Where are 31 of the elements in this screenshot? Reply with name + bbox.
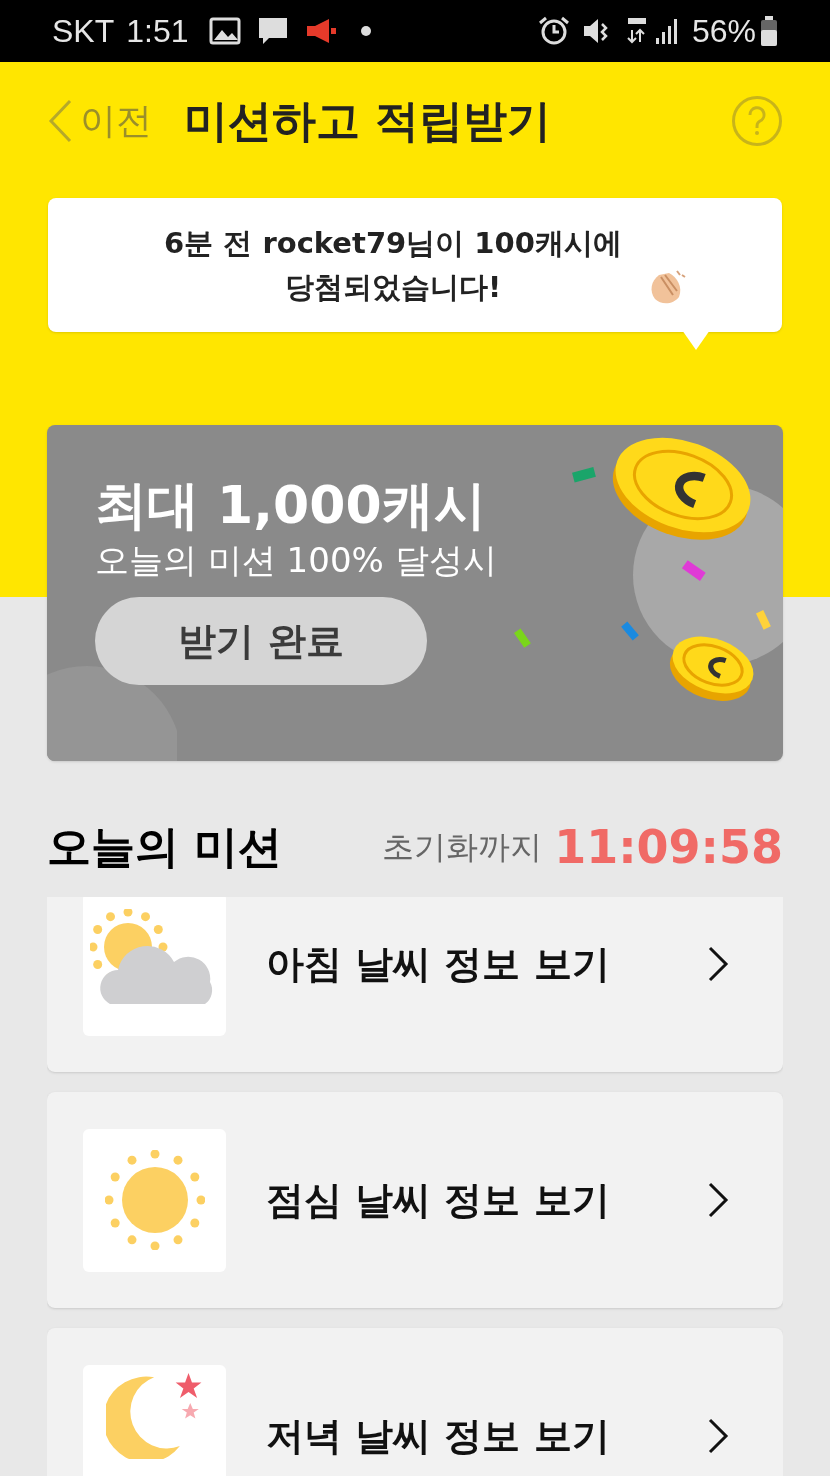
- megaphone-icon: [304, 17, 337, 45]
- mission-label: 저녁 날씨 정보 보기: [266, 1412, 611, 1460]
- chevron-right-icon: [707, 1417, 729, 1455]
- countdown-timer: 11:09:58: [554, 818, 783, 876]
- back-chevron-icon: [48, 99, 72, 143]
- missions-title: 오늘의 미션: [47, 820, 283, 874]
- mission-item[interactable]: 점심 날씨 정보 보기: [47, 1092, 783, 1308]
- reset-label: 초기화까지: [382, 827, 543, 868]
- dot-icon: [360, 26, 371, 36]
- page-title: 미션하고 적립받기: [184, 94, 552, 148]
- mission-item[interactable]: 아침 날씨 정보 보기: [47, 897, 783, 1072]
- carrier-name: SKT: [52, 12, 115, 51]
- alarm-icon: [537, 16, 570, 46]
- banner-title: 최대 1,000캐시: [95, 475, 487, 535]
- battery-icon: [760, 16, 778, 46]
- claim-button[interactable]: 받기 완료: [95, 597, 427, 685]
- chevron-right-icon: [707, 945, 729, 983]
- image-icon: [208, 17, 241, 45]
- battery-percent: 56%: [691, 12, 756, 51]
- question-icon: [747, 106, 767, 136]
- mission-label: 아침 날씨 정보 보기: [266, 940, 611, 988]
- mission-item[interactable]: 저녁 날씨 정보 보기: [47, 1328, 783, 1476]
- banner-subtitle: 오늘의 미션 100% 달성시: [95, 539, 498, 582]
- mission-label: 점심 날씨 정보 보기: [266, 1176, 611, 1224]
- clock-time: 1:51: [126, 12, 189, 51]
- chat-icon: [256, 16, 289, 46]
- chevron-right-icon: [707, 1181, 729, 1219]
- moon-stars-icon: [105, 1372, 204, 1459]
- winner-notice-text: 6분 전 rocket79님이 100캐시에 당첨되었습니다!: [163, 225, 623, 306]
- sun-icon: [104, 1150, 205, 1250]
- help-button[interactable]: [732, 96, 782, 146]
